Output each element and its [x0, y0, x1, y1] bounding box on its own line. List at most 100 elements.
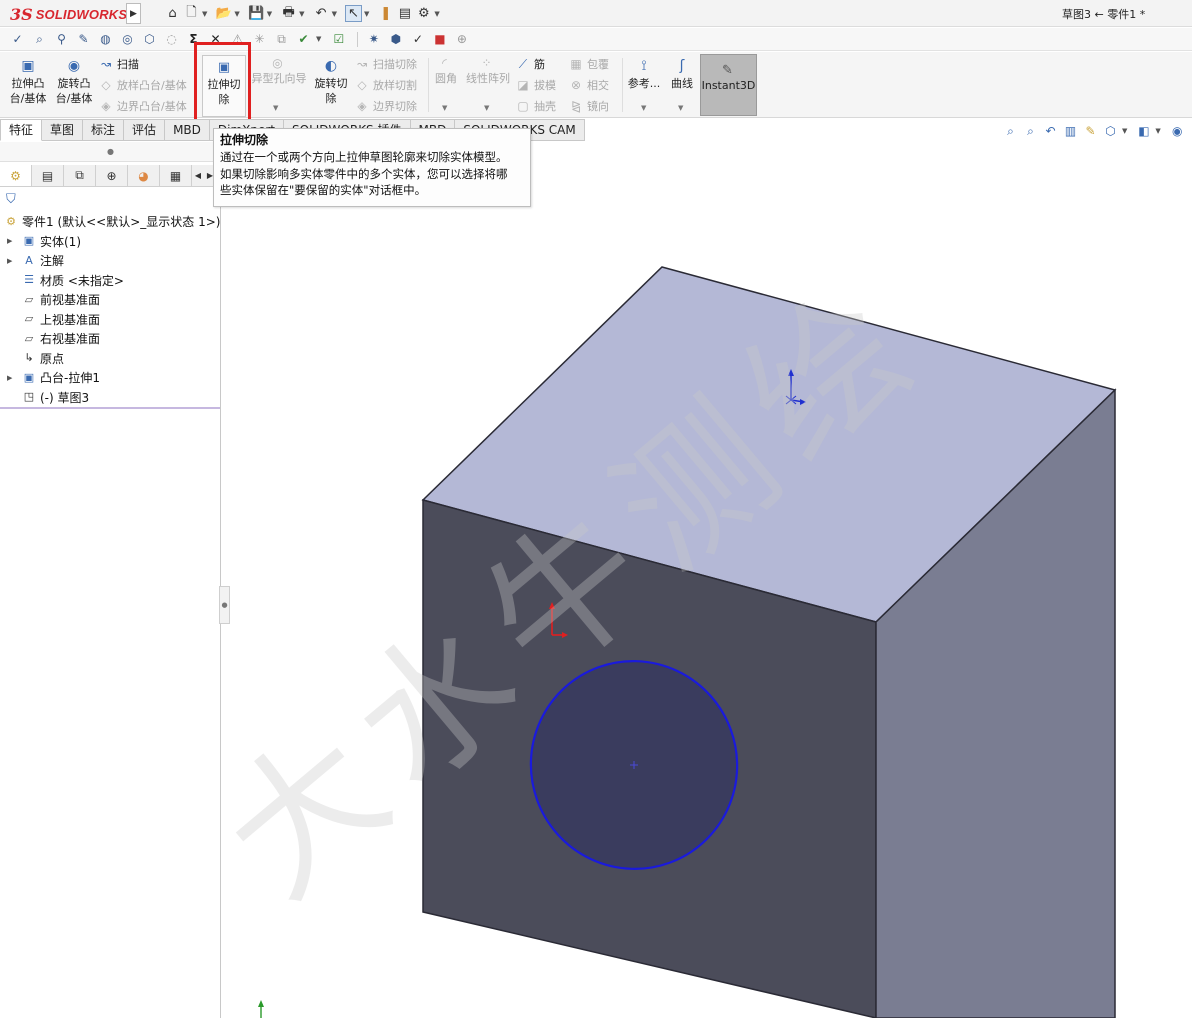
boundary-cut-button[interactable]: ◈ 边界切除 [354, 97, 417, 115]
hide-show-icon[interactable]: ◉ [1169, 123, 1186, 139]
instant3d-button[interactable]: ✎ Instant3D [700, 54, 757, 116]
tab-features[interactable]: 特征 [0, 119, 43, 141]
panel-resize-grip[interactable]: ● [219, 586, 230, 624]
extrude-cut-button[interactable]: ▣ 拉伸切除 [202, 55, 246, 117]
property-manager-tab-icon[interactable]: ▤ [32, 165, 64, 186]
color-icon[interactable]: ■ [430, 31, 449, 48]
menu-expand-arrow[interactable]: ▶ [126, 3, 141, 24]
sketch-icon[interactable]: ✎ [74, 31, 93, 48]
filter-icon[interactable]: ⛉ [6, 192, 16, 207]
dimxpert-manager-tab-icon[interactable]: ⊕ [96, 165, 128, 186]
view-orientation-icon[interactable]: ⬡ [1102, 123, 1119, 139]
print-icon[interactable]: 🖶 [280, 5, 297, 22]
solidworks-logo[interactable]: 3S SOLIDWORKS [10, 4, 127, 24]
revolve-boss-button[interactable]: ◉ 旋转凸台/基体 [53, 58, 95, 106]
linear-pattern-dropdown[interactable]: ▼ [484, 104, 489, 112]
section-icon[interactable]: ⬢ [386, 31, 405, 48]
fillet-button[interactable]: ◜ 圆角 [432, 56, 460, 90]
tab-sketch[interactable]: 草图 [42, 119, 84, 141]
hole-wizard-dropdown[interactable]: ▼ [273, 104, 278, 112]
options-dropdown-chevron[interactable]: ▼ [434, 10, 439, 18]
check-circle-icon[interactable]: ✓ [408, 31, 427, 48]
open-icon[interactable]: 📂 [215, 5, 232, 22]
tree-item-front-plane[interactable]: ▱ 前视基准面 [0, 290, 220, 310]
home-icon[interactable]: ⌂ [164, 5, 181, 22]
hole-wizard-button[interactable]: ◎ 异型孔向导 [252, 56, 307, 90]
graphics-area[interactable]: 大水牛测绘 [222, 142, 1192, 1018]
loft-boss-button[interactable]: ◇ 放样凸台/基体 [98, 76, 186, 94]
new-doc-icon[interactable]: 🗋 [183, 5, 200, 22]
draft-button[interactable]: ◪ 拔模 [515, 76, 556, 94]
sigma-icon[interactable]: Σ [184, 31, 203, 48]
wrap-button[interactable]: ▦ 包覆 [568, 55, 609, 73]
tabs-scroll-left-icon[interactable]: ◀ [192, 171, 204, 180]
file-properties-icon[interactable]: ▤ [396, 5, 413, 22]
rib-button[interactable]: ⟋ 筋 [515, 55, 545, 73]
spell-check-icon[interactable]: ✓ [8, 31, 27, 48]
expand-arrow-icon[interactable]: ▶ [7, 257, 12, 265]
revolve-cut-button[interactable]: ◐ 旋转切除 [310, 58, 352, 106]
save-icon[interactable]: 💾 [248, 5, 265, 22]
tree-item-origin[interactable]: ↳ 原点 [0, 349, 220, 369]
zoom-area-icon[interactable]: ⌕ [1022, 123, 1039, 139]
feature-manager-tab-icon[interactable]: ⚙ [0, 165, 32, 186]
save-dropdown-chevron[interactable]: ▼ [267, 10, 272, 18]
cross-tools-icon[interactable]: ✕ [206, 31, 225, 48]
linear-pattern-button[interactable]: ⁘ 线性阵列 [463, 56, 513, 90]
select-dropdown-chevron[interactable]: ▼ [364, 10, 369, 18]
select-pointer-icon[interactable]: ↖ [344, 5, 362, 22]
mirror-button[interactable]: ⧎ 镜向 [568, 97, 609, 115]
model-viewport[interactable] [222, 142, 1192, 1018]
search-icon[interactable]: ⌕ [30, 31, 49, 48]
cam-manager-tab-icon[interactable]: ▦ [160, 165, 192, 186]
expand-arrow-icon[interactable]: ▶ [7, 374, 12, 382]
curves-dropdown[interactable]: ▼ [678, 104, 683, 112]
expand-arrow-icon[interactable]: ▶ [7, 237, 12, 245]
options-gear-icon[interactable]: ⚙ [415, 5, 432, 22]
design-check-icon[interactable]: ☑ [329, 31, 348, 48]
cube-icon[interactable]: ⬡ [140, 31, 159, 48]
tree-item-top-plane[interactable]: ▱ 上视基准面 [0, 310, 220, 330]
tab-evaluate[interactable]: 评估 [124, 119, 166, 141]
undo-dropdown-chevron[interactable]: ▼ [332, 10, 337, 18]
shell-button[interactable]: ▢ 抽壳 [515, 97, 556, 115]
tree-root-part[interactable]: ⚙ 零件1 (默认<<默认>_显示状态 1>) [0, 212, 220, 232]
tab-mbd-dimensions[interactable]: MBD [165, 119, 210, 141]
check-tool-icon[interactable]: ✔ [294, 31, 313, 48]
display-style-chevron[interactable]: ▼ [1155, 127, 1160, 135]
zoom-to-fit-icon[interactable]: ⌕ [1002, 123, 1019, 139]
dynamic-annotation-icon[interactable]: ✎ [1082, 123, 1099, 139]
print-dropdown-chevron[interactable]: ▼ [299, 10, 304, 18]
tree-icon[interactable]: ⚲ [52, 31, 71, 48]
interference-icon[interactable]: ✷ [364, 31, 383, 48]
boundary-boss-button[interactable]: ◈ 边界凸台/基体 [98, 97, 186, 115]
appearance-icon[interactable]: ◍ [96, 31, 115, 48]
tab-markup[interactable]: 标注 [83, 119, 125, 141]
swept-cut-button[interactable]: ↝ 扫描切除 [354, 55, 417, 73]
view-orientation-chevron[interactable]: ▼ [1122, 127, 1127, 135]
scene-icon[interactable]: ◎ [118, 31, 137, 48]
check-dropdown-chevron[interactable]: ▼ [316, 35, 321, 43]
undo-icon[interactable]: ↶ [313, 5, 330, 22]
open-dropdown-chevron[interactable]: ▼ [234, 10, 239, 18]
display-style-icon[interactable]: ◧ [1135, 123, 1152, 139]
tree-item-material[interactable]: ☰ 材质 <未指定> [0, 271, 220, 291]
lofted-cut-button[interactable]: ◇ 放样切割 [354, 76, 417, 94]
tree-item-right-plane[interactable]: ▱ 右视基准面 [0, 329, 220, 349]
previous-view-icon[interactable]: ↶ [1042, 123, 1059, 139]
rebuild-icon[interactable]: ❚ [377, 5, 394, 22]
fillet-dropdown[interactable]: ▼ [442, 104, 447, 112]
configuration-manager-tab-icon[interactable]: ⧉ [64, 165, 96, 186]
sweep-button[interactable]: ↝ 扫描 [98, 55, 139, 73]
panel-collapse-handle[interactable]: ● [0, 142, 221, 162]
tree-item-boss-extrude1[interactable]: ▶ ▣ 凸台-拉伸1 [0, 368, 220, 388]
extrude-boss-button[interactable]: ▣ 拉伸凸台/基体 [7, 58, 49, 106]
display-manager-tab-icon[interactable]: ◕ [128, 165, 160, 186]
rollback-bar[interactable] [0, 407, 220, 409]
intersect-button[interactable]: ⊗ 相交 [568, 76, 609, 94]
tree-item-sketch3[interactable]: ◳ (-) 草图3 [0, 388, 220, 408]
reference-dropdown[interactable]: ▼ [641, 104, 646, 112]
section-view-icon[interactable]: ▥ [1062, 123, 1079, 139]
reference-geometry-button[interactable]: ⟟ 参考... [626, 58, 662, 91]
curves-button[interactable]: ʃ 曲线 [666, 58, 698, 91]
